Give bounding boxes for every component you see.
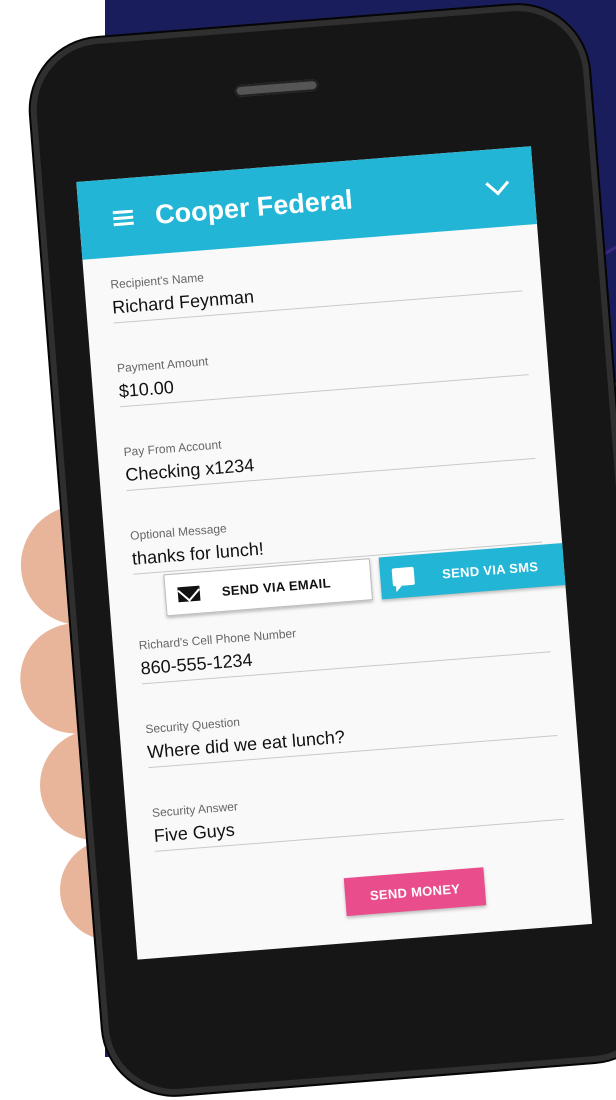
send-money-button[interactable]: SEND MONEY xyxy=(343,867,487,917)
cell-phone-field[interactable]: Richard's Cell Phone Number 860-555-1234 xyxy=(138,606,551,685)
hamburger-menu-icon[interactable] xyxy=(112,209,134,227)
send-via-sms-label: SEND VIA SMS xyxy=(441,558,539,582)
app-screen: Cooper Federal Recipient's Name Richard … xyxy=(76,146,593,960)
security-answer-field[interactable]: Security Answer Five Guys xyxy=(151,773,564,852)
send-via-email-label: SEND VIA EMAIL xyxy=(221,574,332,599)
security-question-field[interactable]: Security Question Where did we eat lunch… xyxy=(144,690,558,769)
pay-from-account-field[interactable]: Pay From Account Checking x1234 xyxy=(123,412,536,492)
recipient-name-field[interactable]: Recipient's Name Richard Feynman xyxy=(109,245,523,324)
app-title: Cooper Federal xyxy=(153,183,354,230)
phone-device: Cooper Federal Recipient's Name Richard … xyxy=(25,0,616,1100)
envelope-icon xyxy=(177,585,201,602)
chat-bubble-icon xyxy=(391,566,415,587)
chevron-down-icon[interactable] xyxy=(485,171,510,196)
payment-amount-field[interactable]: Payment Amount $10.00 xyxy=(116,329,529,408)
